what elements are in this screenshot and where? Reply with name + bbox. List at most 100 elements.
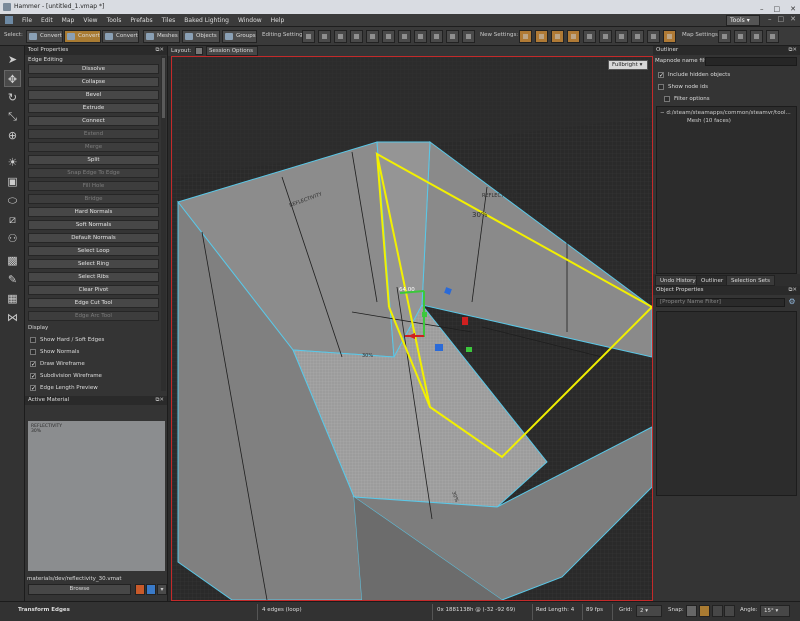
dock-restore-icon[interactable]: □	[778, 15, 785, 23]
browse-material-button[interactable]: Browse	[28, 584, 131, 595]
face-select-icon[interactable]	[382, 30, 395, 43]
select-edge-convert-button[interactable]: Convert	[64, 30, 101, 43]
outliner-tree[interactable]: − d:/steam/steamapps/common/steamvr/tool…	[656, 106, 797, 274]
map-hatch-icon[interactable]	[734, 30, 747, 43]
menu-view[interactable]: View	[83, 17, 97, 24]
soft-normals-button[interactable]: Soft Normals	[28, 220, 159, 230]
overlay-icon[interactable]	[398, 30, 411, 43]
objects-button[interactable]: Objects	[182, 30, 220, 43]
select-face-convert-button[interactable]: Convert	[102, 30, 139, 43]
edge-arc-tool-button[interactable]: Edge Arc Tool	[28, 311, 159, 321]
meshes-button[interactable]: Meshes	[143, 30, 180, 43]
texture-tool-icon[interactable]: ▩	[4, 252, 21, 269]
path-tool-icon[interactable]: ⋈	[4, 309, 21, 326]
menu-prefabs[interactable]: Prefabs	[130, 17, 152, 24]
edge-length-preview-checkbox[interactable]: ✓ Edge Length Preview	[28, 383, 98, 393]
binoculars-tool-icon[interactable]: ⚇	[4, 230, 21, 247]
show-hard-soft-edges-checkbox[interactable]: Show Hard / Soft Edges	[28, 335, 104, 345]
merge-button[interactable]: Merge	[28, 142, 159, 152]
mesh-select-icon[interactable]	[366, 30, 379, 43]
3d-viewport[interactable]: 64.00 REFLECTIVITY REFLECTIVITY 30% 30% …	[171, 56, 653, 601]
edge-cut-tool-button[interactable]: Edge Cut Tool	[28, 298, 159, 308]
new-model-icon[interactable]	[567, 30, 580, 43]
dock-minimize-icon[interactable]: –	[768, 15, 772, 23]
map-stripe-icon[interactable]	[766, 30, 779, 43]
select-ring-button[interactable]: Select Ring	[28, 259, 159, 269]
split-button[interactable]: Split	[28, 155, 159, 165]
checkbox-box[interactable]: ✓	[30, 361, 36, 368]
new-block-icon[interactable]	[615, 30, 628, 43]
snap-edge-to-edge-button[interactable]: Snap Edge To Edge	[28, 168, 159, 178]
tab-undo-history[interactable]: Undo History	[655, 275, 701, 286]
new-entity-icon[interactable]	[519, 30, 532, 43]
property-name-filter-input[interactable]: [Property Name Filter]	[656, 298, 785, 307]
filter-options-checkbox[interactable]: Filter options	[662, 94, 710, 104]
paint-tool-icon[interactable]: ✎	[4, 271, 21, 288]
polygon-tool-icon[interactable]: ⬭	[4, 192, 21, 209]
tool-properties-scrollbar[interactable]	[161, 56, 166, 391]
menu-tiles[interactable]: Tiles	[162, 17, 176, 24]
session-options-dropdown[interactable]: Session Options ▾	[206, 46, 258, 62]
tab-outliner[interactable]: Outliner	[696, 275, 729, 286]
new-prefab-icon[interactable]	[551, 30, 564, 43]
person-icon[interactable]	[663, 30, 676, 43]
tile-tool-icon[interactable]: ▦	[4, 290, 21, 307]
show-node-ids-checkbox[interactable]: Show node ids	[656, 82, 708, 92]
snap-grid-toggle-icon[interactable]	[686, 605, 697, 617]
select-ribs-button[interactable]: Select Ribs	[28, 272, 159, 282]
fill-hole-button[interactable]: Fill Hole	[28, 181, 159, 191]
hard-normals-button[interactable]: Hard Normals	[28, 207, 159, 217]
show-normals-checkbox[interactable]: Show Normals	[28, 347, 79, 357]
tab-selection-sets[interactable]: Selection Sets	[726, 275, 775, 286]
checkbox-box[interactable]	[30, 349, 36, 355]
angle-dropdown[interactable]: 15° ▾	[760, 605, 790, 617]
map-grid-icon[interactable]	[718, 30, 731, 43]
snap-angle-toggle-icon[interactable]	[712, 605, 723, 617]
snap-vertex-toggle-icon[interactable]	[699, 605, 710, 617]
translate-tool-icon[interactable]: ✥	[4, 70, 21, 87]
lighting-icon[interactable]	[430, 30, 443, 43]
select-vertex-convert-button[interactable]: Convert	[26, 30, 63, 43]
material-dropdown-icon[interactable]: ▾	[157, 584, 167, 595]
extend-button[interactable]: Extend	[28, 129, 159, 139]
new-decal-icon[interactable]	[599, 30, 612, 43]
tree-map-node[interactable]: − d:/steam/steamapps/common/steamvr/tool…	[660, 110, 791, 116]
snap-measure-toggle-icon[interactable]	[724, 605, 735, 617]
panel-float-close-icon[interactable]: ⧉✕	[788, 46, 797, 55]
extrude-button[interactable]: Extrude	[28, 103, 159, 113]
menu-baked-lighting[interactable]: Baked Lighting	[184, 17, 229, 24]
menu-help[interactable]: Help	[271, 17, 285, 24]
collapse-button[interactable]: Collapse	[28, 77, 159, 87]
rotate-tool-icon[interactable]: ↻	[4, 89, 21, 106]
menu-file[interactable]: File	[22, 17, 32, 24]
material-preview[interactable]: REFLECTIVITY 30%	[28, 421, 165, 571]
light-tool-icon[interactable]: ☀	[4, 154, 21, 171]
dissolve-button[interactable]: Dissolve	[28, 64, 159, 74]
select-tool-icon[interactable]: ➤	[4, 51, 21, 68]
new-cylinder-icon[interactable]	[647, 30, 660, 43]
bevel-button[interactable]: Bevel	[28, 90, 159, 100]
checkbox-box[interactable]: ✓	[30, 373, 36, 380]
menu-window[interactable]: Window	[238, 17, 262, 24]
new-path-icon[interactable]	[535, 30, 548, 43]
dock-close-icon[interactable]: ✕	[790, 15, 796, 23]
panel-float-close-icon[interactable]: ⧉✕	[155, 46, 164, 55]
pivot-settings-icon[interactable]	[318, 30, 331, 43]
map-pattern-icon[interactable]	[750, 30, 763, 43]
clear-pivot-button[interactable]: Clear Pivot	[28, 285, 159, 295]
material-pick-icon[interactable]	[135, 584, 145, 595]
material-apply-icon[interactable]	[146, 584, 156, 595]
subdivision-wireframe-checkbox[interactable]: ✓ Subdivision Wireframe	[28, 371, 102, 381]
block-tool-icon[interactable]: ▣	[4, 173, 21, 190]
panel-float-close-icon[interactable]: ⧉✕	[788, 286, 797, 295]
ruler-icon[interactable]	[462, 30, 475, 43]
cube-settings-icon[interactable]	[302, 30, 315, 43]
connect-button[interactable]: Connect	[28, 116, 159, 126]
panel-float-close-icon[interactable]: ⧉✕	[155, 396, 164, 405]
grid-size-dropdown[interactable]: 2 ▾	[636, 605, 662, 617]
menu-tools[interactable]: Tools	[107, 17, 122, 24]
snap-settings-icon[interactable]	[334, 30, 347, 43]
pivot-tool-icon[interactable]: ⊕	[4, 127, 21, 144]
mapnode-filter-input[interactable]	[705, 57, 797, 66]
tree-mesh-node[interactable]: Mesh (10 faces)	[687, 118, 731, 124]
